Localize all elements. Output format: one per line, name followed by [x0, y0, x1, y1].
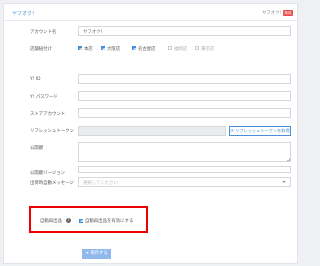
auto-relist-checkbox-label: 自動再出品を有効にする: [85, 219, 134, 224]
store-checkbox-osaka[interactable]: [101, 46, 105, 50]
store-label-tokyo: 東京店: [201, 46, 215, 52]
account-name-value: ヤフオク！: [83, 30, 105, 35]
account-name-input[interactable]: ヤフオク！: [78, 26, 291, 36]
yid-input[interactable]: [78, 74, 291, 84]
store-label-honten: 本店: [84, 46, 93, 52]
refresh-token-input: [78, 126, 226, 136]
page-title: ヤフオク！: [12, 11, 37, 17]
store-link-label: 店舗紐付け: [30, 47, 52, 52]
auto-relist-checkbox[interactable]: [79, 218, 83, 223]
yid-password-label: Y! パスワード: [30, 95, 58, 100]
store-label-nagoya: 名古屋店: [138, 46, 156, 52]
get-refresh-token-button[interactable]: ⟳ リフレッシュトークンを取得: [229, 126, 291, 136]
store-checkbox-fukuoka[interactable]: [168, 46, 172, 50]
store-checkbox-honten[interactable]: [78, 46, 82, 50]
chevron-down-icon: [282, 181, 286, 184]
resize-grip-icon[interactable]: [286, 157, 290, 161]
store-checkbox-tokyo[interactable]: [195, 46, 199, 50]
store-checkbox-group: 本店 大阪店 名古屋店 福岡店 東京店: [78, 46, 298, 52]
auto-relist-label: 自動再出品: [40, 219, 62, 224]
auto-message-select[interactable]: 選択してください: [78, 177, 291, 187]
public-key-label: 公開鍵: [30, 146, 44, 151]
public-key-version-input[interactable]: [78, 166, 291, 173]
account-name-label: アカウント名: [30, 30, 57, 35]
help-icon[interactable]: ?: [66, 217, 71, 223]
store-label-fukuoka: 福岡店: [174, 46, 188, 52]
store-checkbox-nagoya[interactable]: [132, 46, 136, 50]
store-account-label: ストアアカウント: [30, 112, 66, 117]
save-button[interactable]: ➜ 保存する: [82, 249, 111, 259]
auto-message-placeholder: 選択してください: [83, 181, 118, 186]
store-account-input[interactable]: [78, 108, 291, 118]
store-label-osaka: 大阪店: [107, 46, 121, 52]
auto-message-label: 出荷時自動メッセージ: [30, 181, 74, 186]
public-key-textarea[interactable]: [78, 142, 291, 162]
refresh-token-label: リフレッシュトークン: [30, 129, 74, 134]
delete-badge[interactable]: 削除: [283, 9, 294, 16]
yid-password-input[interactable]: [78, 91, 291, 101]
account-label: ヤフオク!: [262, 11, 282, 16]
save-label: 保存する: [90, 251, 108, 256]
public-key-version-label: 公開鍵バージョン: [30, 171, 66, 176]
panel-header: ヤフオク！ ヤフオク! 削除: [4, 4, 299, 21]
get-refresh-token-label: リフレッシュトークンを取得: [235, 128, 290, 133]
yid-label: Y! ID: [30, 77, 41, 82]
